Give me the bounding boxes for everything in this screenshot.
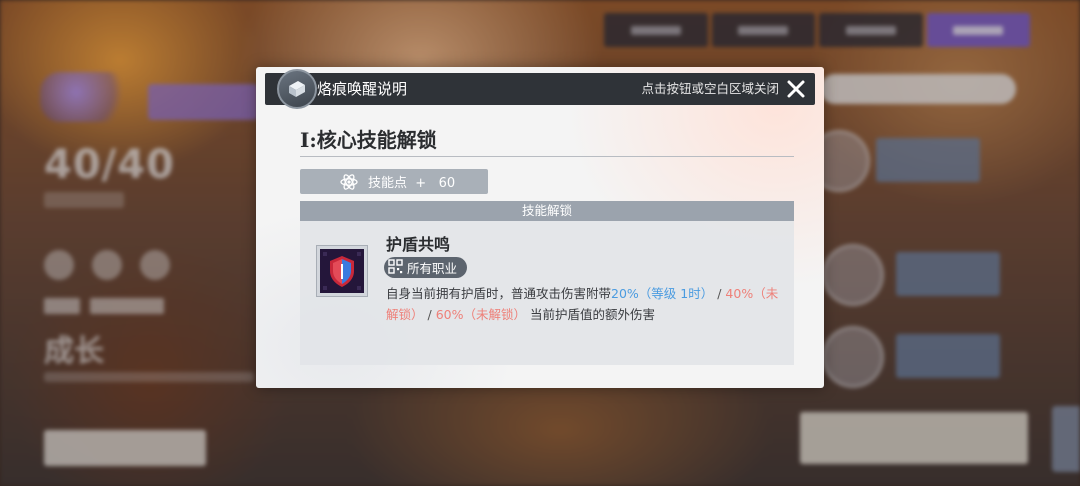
skill-description: 自身当前拥有护盾时，普通攻击伤害附带20%（等级 1时） / 40%（未解锁） …	[386, 283, 786, 325]
desc-separator: /	[427, 307, 432, 322]
desc-prefix: 自身当前拥有护盾时，普通攻击伤害附带	[386, 286, 612, 301]
job-tag-label: 所有职业	[407, 261, 458, 276]
skill-name: 护盾共鸣	[386, 235, 451, 254]
close-hint: 点击按钮或空白区域关闭	[641, 81, 779, 96]
modal-title: 烙痕唤醒说明	[317, 80, 408, 98]
unlock-header: 技能解锁	[300, 201, 794, 221]
desc-tier-3: 60%（未解锁）	[435, 307, 526, 322]
skill-points-value: 60	[438, 176, 456, 191]
modal-header: 烙痕唤醒说明 点击按钮或空白区域关闭	[265, 69, 815, 109]
skill-points-plus: +	[415, 176, 427, 191]
close-icon[interactable]	[785, 78, 807, 100]
section-title: I:核心技能解锁	[300, 128, 437, 152]
title-divider	[300, 156, 794, 157]
skill-unlock-panel: 技能解锁 护盾共鸣 所有职业 自身当前拥有护盾时，普通攻击伤害附带20%（等级 …	[300, 201, 794, 365]
shield-resonance-icon	[316, 245, 368, 297]
desc-suffix: 当前护盾值的额外伤害	[529, 307, 655, 322]
brand-awakening-modal: 烙痕唤醒说明 点击按钮或空白区域关闭 I:核心技能解锁 技能点 + 60 技能解…	[256, 67, 824, 388]
qr-grid-icon	[388, 258, 403, 277]
skill-points-tag: 技能点 + 60	[300, 169, 488, 194]
desc-separator: /	[717, 286, 722, 301]
atom-icon	[340, 173, 358, 195]
brand-badge-icon	[277, 69, 317, 109]
desc-tier-1: 20%（等级 1时）	[611, 286, 714, 301]
job-tag: 所有职业	[384, 257, 468, 278]
skill-points-label: 技能点	[368, 176, 408, 191]
skill-points-text: 技能点 + 60	[368, 172, 455, 191]
